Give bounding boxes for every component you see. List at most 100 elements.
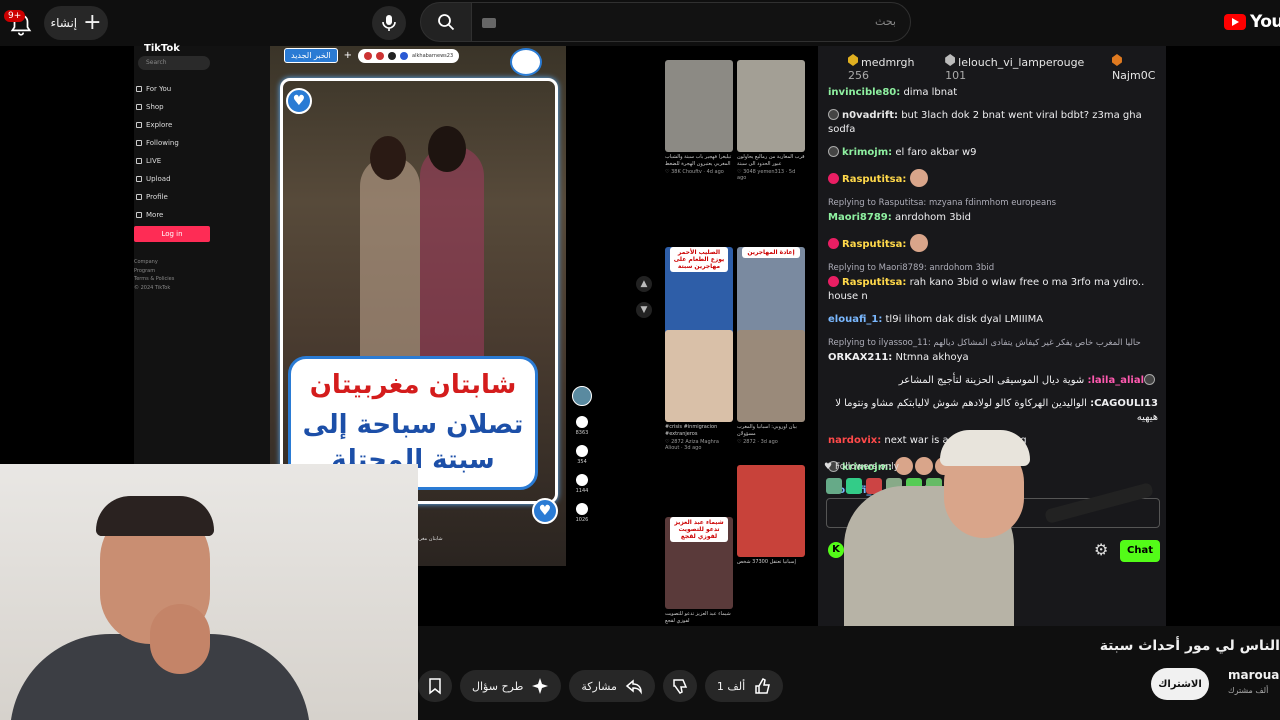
plus-icon: +: [343, 50, 353, 61]
chat-text: tl9i lihom dak disk dyal LMIIIMA: [885, 314, 1044, 325]
streamer-cap: [940, 430, 1030, 466]
chat-username: invincible80:: [828, 87, 901, 98]
search-placeholder: بحث: [875, 15, 896, 28]
user-badge-icon: [828, 238, 839, 249]
news-badge: الخبر الجديد: [284, 48, 338, 63]
chat-message: Rasputitsa:: [828, 234, 1158, 252]
channel-subscribers: ألف مشترك: [1228, 686, 1269, 695]
share-icon: [625, 679, 642, 695]
notification-count-badge: 9+: [4, 10, 26, 22]
share-icon: [576, 503, 588, 515]
chat-leaderboard: medmrgh 256 lelouch_vi_lamperouge 101 Na…: [818, 54, 1166, 82]
video-thumbnail: [737, 465, 805, 557]
microphone-arm: [1044, 482, 1154, 524]
grid-video-card: تيليغرا فهجير باب سبتة والشباب المغربي ي…: [665, 60, 733, 175]
video-thumbnail: [737, 330, 805, 422]
video-thumbnail: [665, 330, 733, 422]
notifications-button[interactable]: 9+: [4, 10, 32, 36]
heart-icon: ♥: [532, 498, 558, 524]
ask-button[interactable]: طرح سؤال: [460, 670, 562, 702]
chat-username: Rasputitsa:: [842, 239, 907, 250]
person-head: [428, 126, 466, 172]
reply-context: Replying to Rasputitsa: mzyana fdinmhom …: [828, 198, 1057, 208]
chat-username: ORKAX211:: [828, 352, 893, 363]
nav-icon: [136, 140, 142, 146]
tiktok-footer-link: © 2024 TikTok: [134, 284, 171, 291]
thumbs-up-icon: [755, 678, 771, 694]
share-button[interactable]: مشاركة: [569, 670, 655, 702]
grid-video-card: #crisis #inmigracion #extranjeros ♡ 2872 …: [665, 330, 733, 451]
chat-text: Ntmna akhoya: [895, 352, 969, 363]
like-button[interactable]: 1 ألف: [704, 670, 784, 702]
channel-info[interactable]: marouane ألف مشترك: [1228, 668, 1280, 695]
tiktok-logo: TikTok: [144, 43, 180, 54]
search-button[interactable]: [420, 2, 472, 42]
tiktok-nav-item: Following: [136, 134, 179, 152]
tiktok-nav-arrows: ▲ ▼: [636, 276, 652, 328]
save-button[interactable]: [418, 670, 452, 702]
card-meta: ♡ 3048 yemen313 · 5d ago: [737, 169, 796, 181]
dislike-button[interactable]: [662, 670, 697, 702]
nav-icon: [136, 212, 142, 218]
chat-username: krimojm:: [842, 147, 893, 158]
video-actions: طرح سؤال مشاركة 1 ألف: [418, 670, 784, 702]
video-thumbnail: إعادة المهاجرين: [737, 247, 805, 339]
card-meta: ♡ 2872 Aziza Maghra Aliout · 3d ago: [665, 439, 719, 451]
save-action: 1144: [572, 474, 592, 494]
chat-username: Rasputitsa:: [842, 277, 907, 288]
reply-context: Replying to ilyassoo_11: حاليا المغرب خا…: [828, 338, 1141, 348]
tiktok-login-button: Log in: [134, 226, 210, 242]
like-action: 8363: [572, 416, 592, 436]
card-caption: بيان أوروبي: اسبانيا والمغرب مسؤولان: [737, 424, 797, 437]
user-badge-icon: [1144, 374, 1155, 385]
share-label: مشاركة: [581, 679, 617, 693]
person-head: [370, 136, 406, 180]
card-caption: إسبانيا تعتقل 37300 شخص: [737, 559, 796, 565]
create-button[interactable]: إنشاء +: [44, 6, 108, 40]
nav-icon: [136, 104, 142, 110]
chat-username: n0vadrift:: [842, 110, 898, 121]
streamer-webcam: [834, 426, 1164, 626]
chat-username: Rasputitsa:: [842, 174, 907, 185]
youtube-logo-text: YouTube: [1250, 12, 1280, 32]
tiktok-footer: Company Program Terms & Policies © 2024 Tik…: [134, 258, 174, 292]
search-input[interactable]: بحث: [471, 2, 911, 42]
chat-message: CAGOULI13: الواليدين الهركاوة كالو لولاد…: [828, 397, 1158, 425]
thumbnail-text: الصليب الأحمر يوزع الطعام على مهاجرين سب…: [670, 247, 728, 272]
bookmark-icon: [429, 678, 441, 695]
reactor-hand: [150, 604, 210, 674]
reactor-hair: [96, 496, 214, 536]
keyboard-icon[interactable]: [482, 18, 496, 28]
reactor-webcam: [0, 464, 418, 720]
nav-icon: [136, 176, 142, 182]
user-badge-icon: [828, 146, 839, 157]
voice-search-button[interactable]: [372, 6, 406, 40]
headline-line-2: تصلان سباحة إلى: [302, 410, 524, 440]
create-label: إنشاء: [50, 16, 78, 30]
grid-video-card: إسبانيا تعتقل 37300 شخص: [737, 465, 805, 573]
subscribe-button[interactable]: الاشتراك: [1151, 668, 1209, 700]
card-caption: #crisis #inmigracion #extranjeros: [665, 424, 718, 437]
share-action: 1026: [572, 503, 592, 523]
comment-icon: [576, 445, 588, 457]
leader-entry: lelouch_vi_lamperouge 101: [945, 54, 1085, 82]
video-details: الناس لي مور أحداث سبتة طرح سؤال مشاركة …: [418, 626, 1280, 720]
chat-message: elouafi_1: tl9i lihom dak disk dyal LMII…: [828, 313, 1158, 327]
video-thumbnail: الصليب الأحمر يوزع الطعام على مهاجرين سب…: [665, 247, 733, 339]
channel-name: marouane: [1228, 668, 1280, 682]
social-handle: alkhabarnews23: [358, 48, 460, 63]
tiktok-footer-link: Program: [134, 267, 156, 274]
leader-entry: medmrgh 256: [848, 54, 915, 82]
chat-message: laila_alial: شوية ديال الموسيقى الحزينة …: [828, 374, 1158, 388]
chat-message: invincible80: dima lbnat: [828, 86, 1158, 100]
tiktok-nav-item: For You: [136, 80, 179, 98]
youtube-logo[interactable]: YouTube: [1224, 12, 1280, 32]
nav-icon: [136, 86, 142, 92]
grid-video-card: شيماء عبد العزيز تدعو للتصويت لفوزي لقجع…: [665, 465, 733, 625]
video-title: الناس لي مور أحداث سبتة: [1099, 638, 1280, 654]
tiktok-nav-item: Upload: [136, 170, 179, 188]
creator-avatar: [572, 386, 592, 406]
card-caption: قرب المغاربة من رماليع يحاولون عبور الحد…: [737, 154, 805, 167]
chat-username: laila_alial:: [1087, 375, 1144, 386]
person-figure: [360, 156, 420, 376]
